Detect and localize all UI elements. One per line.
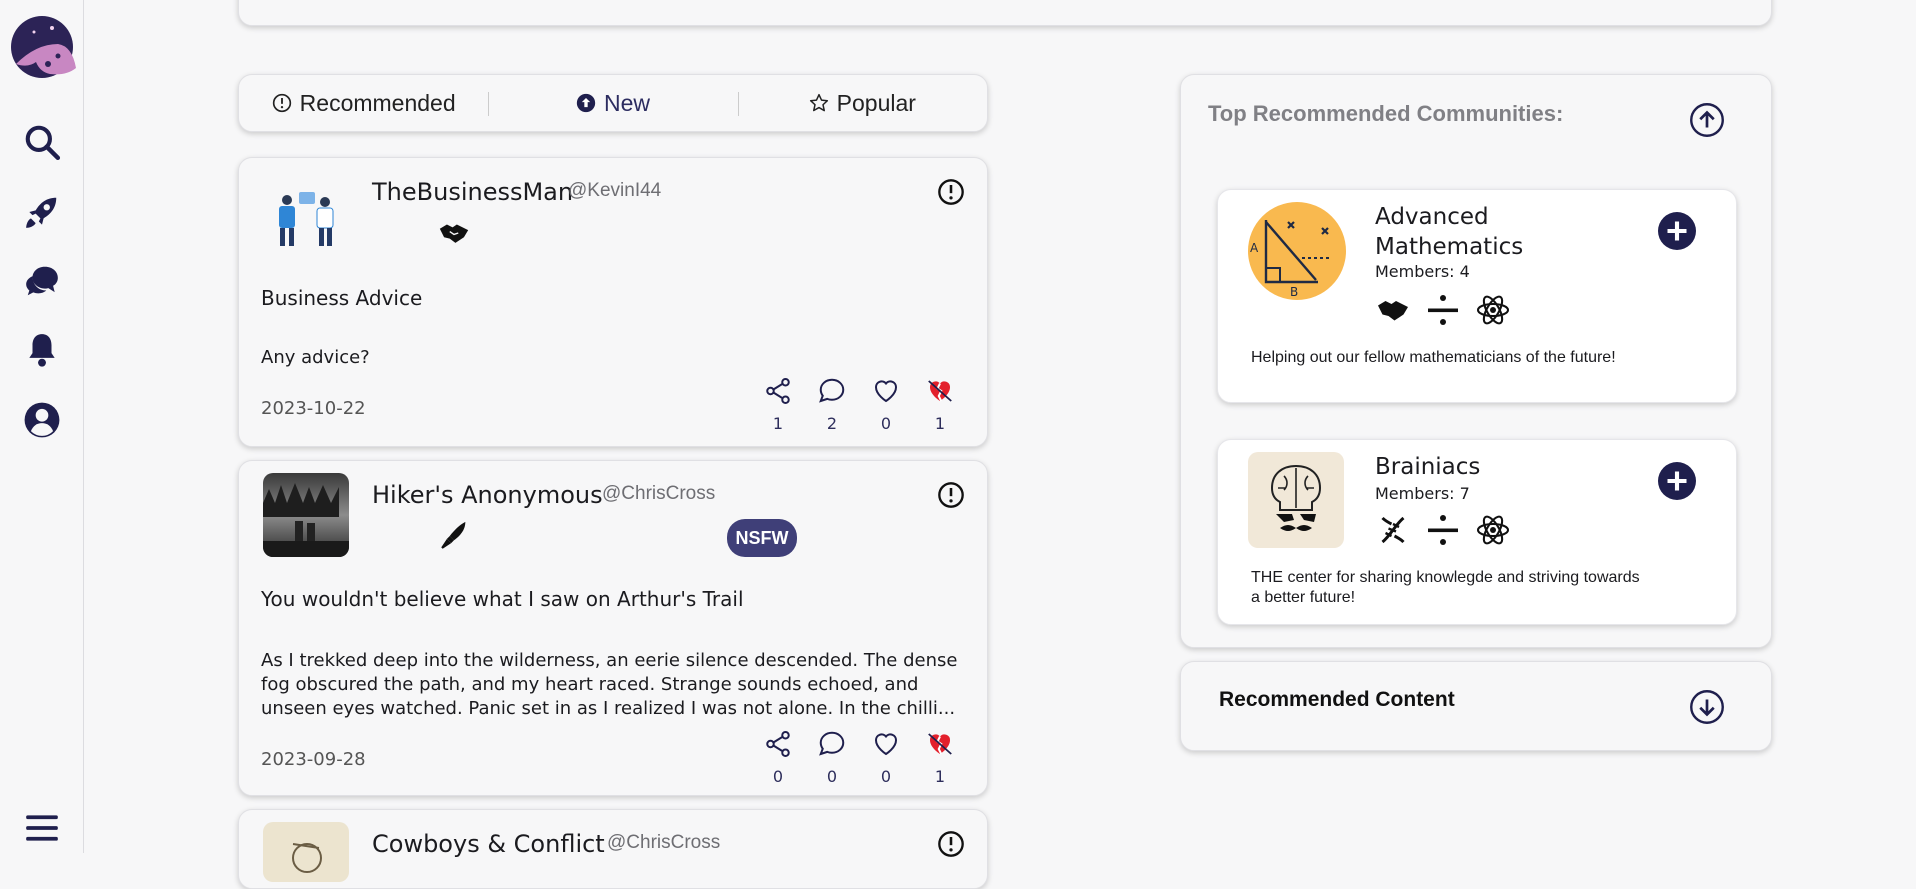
community-members: Members: 7 bbox=[1375, 484, 1470, 503]
share-count: 0 bbox=[772, 767, 784, 786]
post-author-name[interactable]: Cowboys & Conflict bbox=[372, 830, 605, 858]
panel-title: Recommended Content bbox=[1219, 688, 1455, 711]
community-name[interactable]: Brainiacs bbox=[1375, 452, 1555, 482]
comment-button[interactable]: 2 bbox=[805, 376, 859, 433]
knife-icon bbox=[437, 519, 471, 553]
share-icon bbox=[766, 731, 790, 757]
dislike-count: 1 bbox=[934, 767, 946, 786]
community-description: THE center for sharing knowlegde and str… bbox=[1251, 569, 1640, 606]
divide-icon bbox=[1428, 515, 1458, 545]
tab-popular[interactable]: Popular bbox=[737, 89, 987, 117]
hamburger-menu-icon[interactable] bbox=[22, 808, 62, 848]
report-icon[interactable] bbox=[937, 830, 965, 858]
heart-icon bbox=[875, 380, 897, 403]
post-actions: 1 2 0 1 bbox=[751, 376, 967, 433]
recommended-content-panel: Recommended Content bbox=[1180, 661, 1772, 751]
comment-icon bbox=[819, 378, 845, 403]
atom-icon bbox=[1476, 295, 1510, 325]
divide-icon bbox=[1428, 295, 1458, 325]
share-button[interactable]: 1 bbox=[751, 376, 805, 433]
community-card[interactable]: A B Advanced Mathematics Members: 4 Help… bbox=[1217, 189, 1737, 403]
community-image bbox=[1248, 452, 1344, 548]
like-count: 0 bbox=[880, 767, 892, 786]
join-community-button[interactable] bbox=[1658, 212, 1696, 250]
post-date: 2023-10-22 bbox=[261, 398, 366, 419]
handshake-icon bbox=[437, 216, 471, 250]
post-title: You wouldn't believe what I saw on Arthu… bbox=[261, 587, 744, 611]
broken-heart-icon bbox=[928, 380, 952, 402]
report-icon[interactable] bbox=[937, 481, 965, 509]
share-count: 1 bbox=[772, 414, 784, 433]
community-name[interactable]: Advanced Mathematics bbox=[1375, 202, 1555, 262]
post-body: Any advice? bbox=[261, 347, 370, 368]
post-card[interactable]: Cowboys & Conflict @ChrisCross bbox=[238, 809, 988, 889]
panel-title: Top Recommended Communities: bbox=[1208, 101, 1564, 126]
sidebar bbox=[0, 0, 84, 853]
community-image: A B bbox=[1248, 202, 1346, 300]
dna-icon bbox=[1381, 516, 1405, 544]
tab-new[interactable]: New bbox=[488, 90, 737, 117]
tab-label: New bbox=[603, 89, 650, 116]
dislike-count: 1 bbox=[934, 414, 946, 433]
like-button[interactable]: 0 bbox=[859, 376, 913, 433]
collapse-up-icon[interactable] bbox=[1689, 102, 1725, 138]
community-tags bbox=[1375, 292, 1511, 328]
top-communities-panel: Top Recommended Communities: A B Advance… bbox=[1180, 74, 1772, 648]
post-author-handle[interactable]: @KevinI44 bbox=[568, 180, 661, 202]
dislike-button[interactable]: 1 bbox=[913, 376, 967, 433]
post-card[interactable]: TheBusinessMan @KevinI44 Business Advice… bbox=[238, 157, 988, 447]
community-description: Helping out our fellow mathematicians of… bbox=[1251, 349, 1616, 366]
like-count: 0 bbox=[880, 414, 892, 433]
tab-label: Recommended bbox=[299, 89, 456, 116]
feed-tabs: Recommended New Popular bbox=[238, 74, 988, 132]
star-icon bbox=[809, 93, 828, 112]
tab-recommended[interactable]: Recommended bbox=[239, 90, 488, 117]
post-author-name[interactable]: TheBusinessMan bbox=[372, 178, 573, 206]
comment-icon bbox=[819, 731, 845, 756]
comment-count: 0 bbox=[826, 767, 838, 786]
rocket-icon[interactable] bbox=[22, 192, 62, 232]
svg-text:B: B bbox=[1290, 285, 1298, 299]
atom-icon bbox=[1476, 515, 1510, 545]
community-card[interactable]: Brainiacs Members: 7 THE center for shar… bbox=[1217, 439, 1737, 625]
dislike-button[interactable]: 1 bbox=[913, 729, 967, 786]
post-actions: 0 0 0 1 bbox=[751, 729, 967, 786]
post-title: Business Advice bbox=[261, 286, 423, 310]
like-button[interactable]: 0 bbox=[859, 729, 913, 786]
post-avatar[interactable] bbox=[263, 822, 349, 882]
app-logo[interactable] bbox=[6, 14, 78, 80]
search-icon[interactable] bbox=[22, 122, 62, 162]
tab-label: Popular bbox=[836, 89, 916, 116]
share-icon bbox=[766, 378, 790, 404]
plus-icon bbox=[1658, 462, 1696, 500]
handshake-icon bbox=[1378, 301, 1408, 321]
post-body: As I trekked deep into the wilderness, a… bbox=[261, 650, 958, 719]
plus-icon bbox=[1658, 212, 1696, 250]
nsfw-badge: NSFW bbox=[727, 519, 797, 557]
comment-button[interactable]: 0 bbox=[805, 729, 859, 786]
report-icon[interactable] bbox=[937, 178, 965, 206]
chat-icon[interactable] bbox=[22, 261, 62, 301]
svg-text:A: A bbox=[1250, 241, 1259, 255]
post-author-name[interactable]: Hiker's Anonymous bbox=[372, 481, 603, 509]
comment-count: 2 bbox=[826, 414, 838, 433]
info-circle-icon bbox=[272, 93, 291, 113]
post-card[interactable]: Hiker's Anonymous @ChrisCross NSFW You w… bbox=[238, 460, 988, 796]
expand-down-icon[interactable] bbox=[1689, 689, 1725, 725]
post-avatar[interactable] bbox=[263, 170, 349, 254]
bell-icon[interactable] bbox=[22, 330, 62, 370]
top-card bbox=[238, 0, 1772, 26]
arrow-up-circle-icon bbox=[576, 93, 596, 113]
broken-heart-icon bbox=[928, 733, 952, 755]
profile-icon[interactable] bbox=[22, 400, 62, 440]
join-community-button[interactable] bbox=[1658, 462, 1696, 500]
post-date: 2023-09-28 bbox=[261, 749, 366, 770]
community-tags bbox=[1375, 512, 1511, 548]
post-author-handle[interactable]: @ChrisCross bbox=[602, 483, 715, 505]
post-avatar[interactable] bbox=[263, 473, 349, 557]
share-button[interactable]: 0 bbox=[751, 729, 805, 786]
community-members: Members: 4 bbox=[1375, 262, 1470, 281]
heart-icon bbox=[875, 733, 897, 756]
post-author-handle[interactable]: @ChrisCross bbox=[607, 832, 720, 854]
